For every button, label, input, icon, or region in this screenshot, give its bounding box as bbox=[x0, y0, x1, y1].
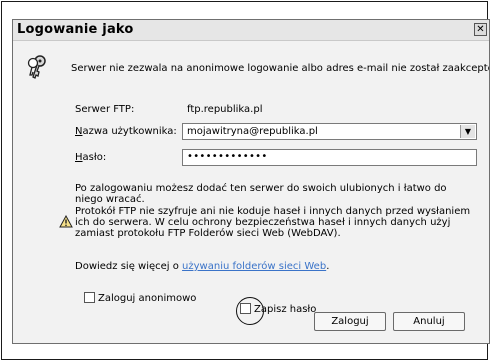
info-text: Po zalogowaniu możesz dodać ten serwer d… bbox=[75, 183, 447, 205]
webdav-help-link[interactable]: używaniu folderów sieci Web bbox=[182, 261, 326, 272]
username-label: Nazwa użytkownika: bbox=[75, 126, 177, 137]
anonymous-checkbox-label: Zaloguj anonimowo bbox=[98, 293, 197, 304]
username-combobox[interactable]: mojawitryna@republika.pl ▼ bbox=[182, 123, 477, 140]
cancel-button[interactable]: Anuluj bbox=[393, 312, 465, 331]
highlight-circle bbox=[236, 297, 264, 325]
password-value: ••••••••••••• bbox=[187, 151, 268, 162]
server-value: ftp.republika.pl bbox=[187, 104, 263, 115]
server-label: Serwer FTP: bbox=[75, 104, 135, 115]
title-bar: Logowanie jako ✕ bbox=[13, 20, 489, 41]
learn-more-prefix: Dowiedz się więcej o bbox=[75, 261, 183, 272]
warning-icon bbox=[59, 215, 73, 228]
anonymous-login-checkbox[interactable]: Zaloguj anonimowo bbox=[84, 292, 196, 304]
login-dialog: Logowanie jako ✕ Serwer nie zezwala na a… bbox=[12, 19, 490, 344]
login-button[interactable]: Zaloguj bbox=[314, 312, 386, 331]
dialog-title: Logowanie jako bbox=[17, 22, 134, 37]
learn-more-suffix: . bbox=[326, 261, 330, 272]
error-message: Serwer nie zezwala na anonimowe logowani… bbox=[71, 63, 490, 74]
password-label: Hasło: bbox=[75, 152, 107, 163]
password-field[interactable]: ••••••••••••• bbox=[182, 149, 477, 166]
username-field[interactable]: mojawitryna@republika.pl bbox=[187, 126, 318, 137]
learn-more-line: Dowiedz się więcej o używaniu folderów s… bbox=[75, 261, 329, 272]
close-icon[interactable]: ✕ bbox=[474, 23, 487, 36]
keys-icon bbox=[27, 55, 46, 79]
chevron-down-icon[interactable]: ▼ bbox=[460, 125, 475, 138]
anonymous-checkbox-box[interactable] bbox=[84, 292, 95, 303]
security-warning-text: Protokół FTP nie szyfruje ani nie koduje… bbox=[75, 206, 471, 239]
